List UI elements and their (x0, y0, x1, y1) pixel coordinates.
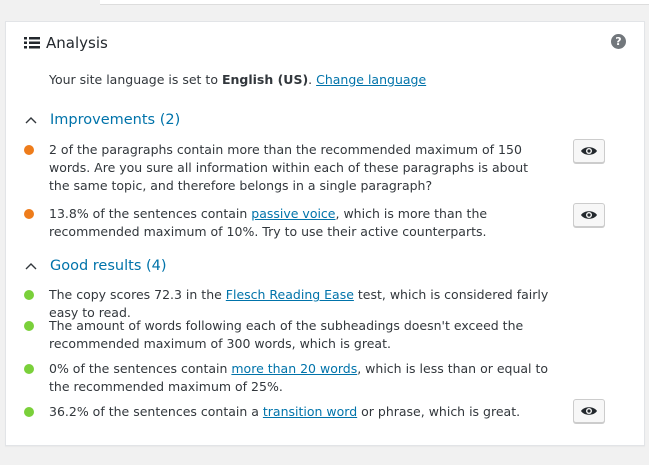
result-text-before: The amount of words following each of th… (49, 318, 524, 351)
eye-icon (580, 209, 598, 221)
result-text-before: 0% of the sentences contain (49, 361, 232, 376)
highlight-eye-button[interactable] (573, 399, 605, 423)
result-link[interactable]: passive voice (251, 206, 335, 221)
status-bullet-icon (24, 364, 34, 374)
result-link[interactable]: Flesch Reading Ease (226, 287, 354, 302)
result-text: 2 of the paragraphs contain more than th… (49, 141, 549, 195)
result-text: The amount of words following each of th… (49, 317, 549, 353)
help-icon[interactable]: ? (611, 34, 626, 49)
chevron-up-icon (25, 117, 37, 124)
result-text-before: 36.2% of the sentences contain a (49, 404, 263, 419)
status-bullet-icon (24, 290, 34, 300)
list-icon (24, 36, 40, 50)
eye-icon (580, 145, 598, 157)
result-link[interactable]: transition word (263, 404, 357, 419)
improvements-toggle[interactable]: Improvements (2) (24, 112, 180, 128)
result-text-after: or phrase, which is great. (357, 404, 521, 419)
top-strip (100, 0, 649, 5)
result-text-before: 2 of the paragraphs contain more than th… (49, 142, 529, 193)
panel-header: Analysis ? (24, 32, 634, 54)
change-language-link[interactable]: Change language (316, 72, 426, 87)
language-line: Your site language is set to English (US… (49, 72, 426, 87)
status-bullet-icon (24, 145, 34, 155)
good-results-heading: Good results (4) (50, 258, 167, 274)
result-text: 36.2% of the sentences contain a transit… (49, 403, 549, 421)
status-bullet-icon (24, 321, 34, 331)
chevron-up-icon (25, 263, 37, 270)
language-after: . (308, 72, 317, 87)
highlight-eye-button[interactable] (573, 203, 605, 227)
good-results-toggle[interactable]: Good results (4) (24, 258, 167, 274)
highlight-eye-button[interactable] (573, 139, 605, 163)
result-link[interactable]: more than 20 words (231, 361, 357, 376)
status-bullet-icon (24, 407, 34, 417)
result-text-before: The copy scores 72.3 in the (49, 287, 226, 302)
improvements-heading: Improvements (2) (50, 112, 181, 128)
result-text: 0% of the sentences contain more than 20… (49, 360, 549, 396)
eye-icon (580, 405, 598, 417)
language-prefix: Your site language is set to (49, 72, 222, 87)
result-text-before: 13.8% of the sentences contain (49, 206, 252, 221)
panel-title: Analysis (46, 34, 108, 52)
language-value: English (US) (221, 72, 309, 87)
status-bullet-icon (24, 209, 34, 219)
result-text: 13.8% of the sentences contain passive v… (49, 205, 549, 241)
analysis-panel: Analysis ? Your site language is set to … (5, 21, 645, 446)
